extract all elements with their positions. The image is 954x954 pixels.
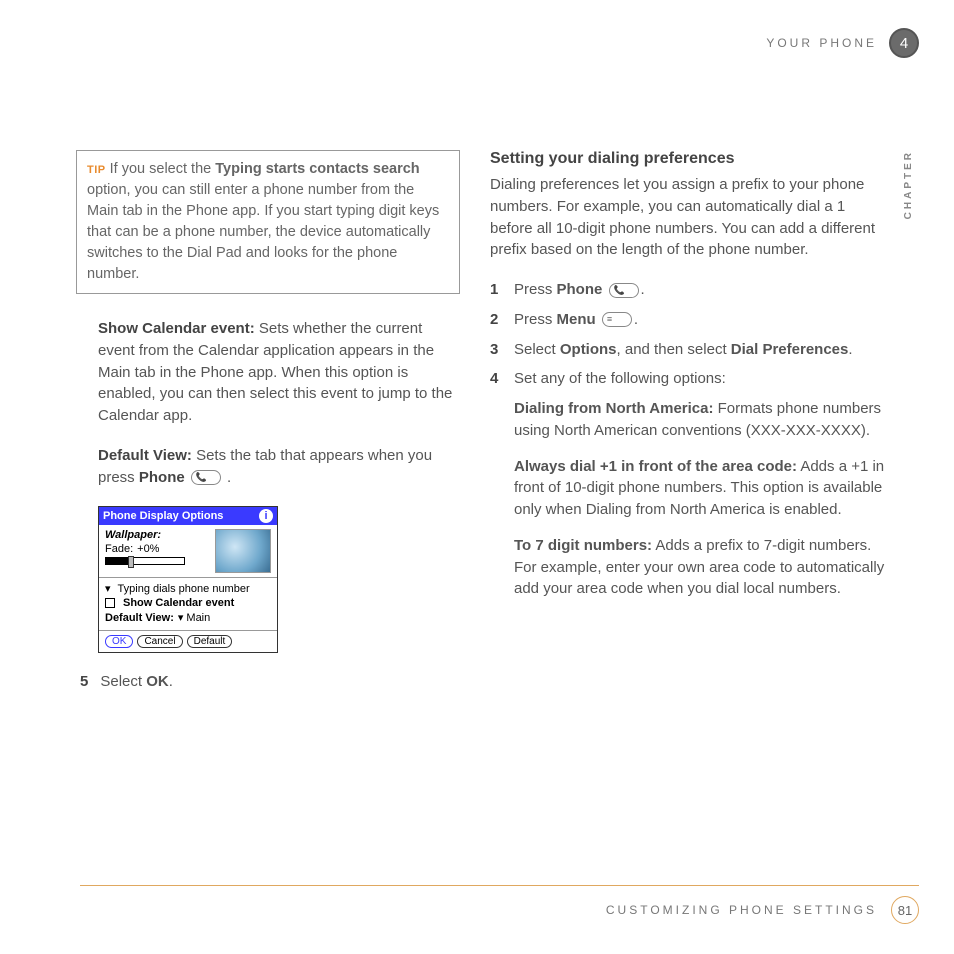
info-icon: i (259, 509, 273, 523)
show-calendar-paragraph: Show Calendar event: Sets whether the cu… (98, 318, 460, 427)
dialing-intro: Dialing preferences let you assign a pre… (490, 174, 885, 261)
default-view-bold: Default View: (98, 447, 192, 464)
palm-titlebar: Phone Display Options i (99, 507, 277, 525)
tip-box: TIP If you select the Typing starts cont… (76, 150, 460, 294)
section-title: YOUR PHONE (766, 36, 877, 50)
palm-title-text: Phone Display Options (103, 510, 223, 522)
tip-label: TIP (87, 164, 106, 176)
step5-b: OK (146, 673, 169, 690)
default-view-paragraph: Default View: Sets the tab that appears … (98, 445, 460, 489)
tip-text-1: If you select the (106, 161, 216, 177)
show-calendar-bold: Show Calendar event: (98, 320, 255, 337)
wallpaper-thumbnail (215, 529, 271, 573)
phone-key-icon: 📞 (191, 470, 221, 485)
show-calendar-check-label: Show Calendar event (123, 597, 234, 609)
chapter-number-badge: 4 (889, 28, 919, 58)
step-number: 1 (490, 279, 504, 301)
tip-text-2: option, you can still enter a phone numb… (87, 182, 439, 282)
default-view-row: Default View: Main (105, 611, 271, 624)
cancel-button: Cancel (137, 635, 182, 648)
footer-title: CUSTOMIZING PHONE SETTINGS (606, 903, 877, 917)
option-dialing-na: Dialing from North America: Formats phon… (514, 398, 885, 442)
step-5: 5 Select OK. (80, 673, 460, 690)
ok-button: OK (105, 635, 133, 648)
step-1: 1 Press Phone 📞. (490, 279, 885, 301)
tip-bold: Typing starts contacts search (215, 161, 419, 177)
phone-word: Phone (139, 469, 185, 486)
dialing-preferences-heading: Setting your dialing preferences (490, 150, 885, 168)
default-button: Default (187, 635, 233, 648)
step-number: 3 (490, 339, 504, 361)
step5-a: Select (100, 673, 146, 690)
step5-c: . (169, 673, 173, 690)
step-number: 4 (490, 368, 504, 390)
page-number: 81 (891, 896, 919, 924)
page-header: YOUR PHONE 4 (766, 28, 919, 58)
fade-slider (105, 557, 185, 565)
fade-value: +0% (137, 543, 159, 555)
steps-list: 1 Press Phone 📞. 2 Press Menu ≡. 3 Selec… (490, 279, 885, 390)
menu-key-icon: ≡ (602, 312, 632, 327)
step-number: 5 (80, 673, 88, 690)
option-7digit: To 7 digit numbers: Adds a prefix to 7-d… (514, 535, 885, 600)
checkbox-icon (105, 598, 115, 608)
phone-display-options-screenshot: Phone Display Options i Wallpaper: Fade:… (98, 506, 278, 653)
step-number: 2 (490, 309, 504, 331)
step-2: 2 Press Menu ≡. (490, 309, 885, 331)
chapter-label-vertical: CHAPTER (903, 150, 914, 219)
default-view-dropdown: Main (178, 611, 210, 624)
phone-key-icon: 📞 (609, 283, 639, 298)
left-column: TIP If you select the Typing starts cont… (80, 150, 460, 690)
default-view-label: Default View: (105, 612, 174, 624)
typing-dropdown: Typing dials phone number (105, 582, 271, 595)
right-column: Setting your dialing preferences Dialing… (490, 150, 885, 690)
slider-thumb (128, 556, 134, 568)
step-4: 4 Set any of the following options: (490, 368, 885, 390)
option-always-plus1: Always dial +1 in front of the area code… (514, 456, 885, 521)
fade-label: Fade: (105, 543, 133, 555)
page-footer: CUSTOMIZING PHONE SETTINGS 81 (80, 885, 919, 924)
default-view-after: . (223, 469, 231, 486)
step-3: 3 Select Options, and then select Dial P… (490, 339, 885, 361)
wallpaper-label: Wallpaper: (105, 529, 161, 541)
show-calendar-checkbox-row: Show Calendar event (105, 597, 271, 609)
